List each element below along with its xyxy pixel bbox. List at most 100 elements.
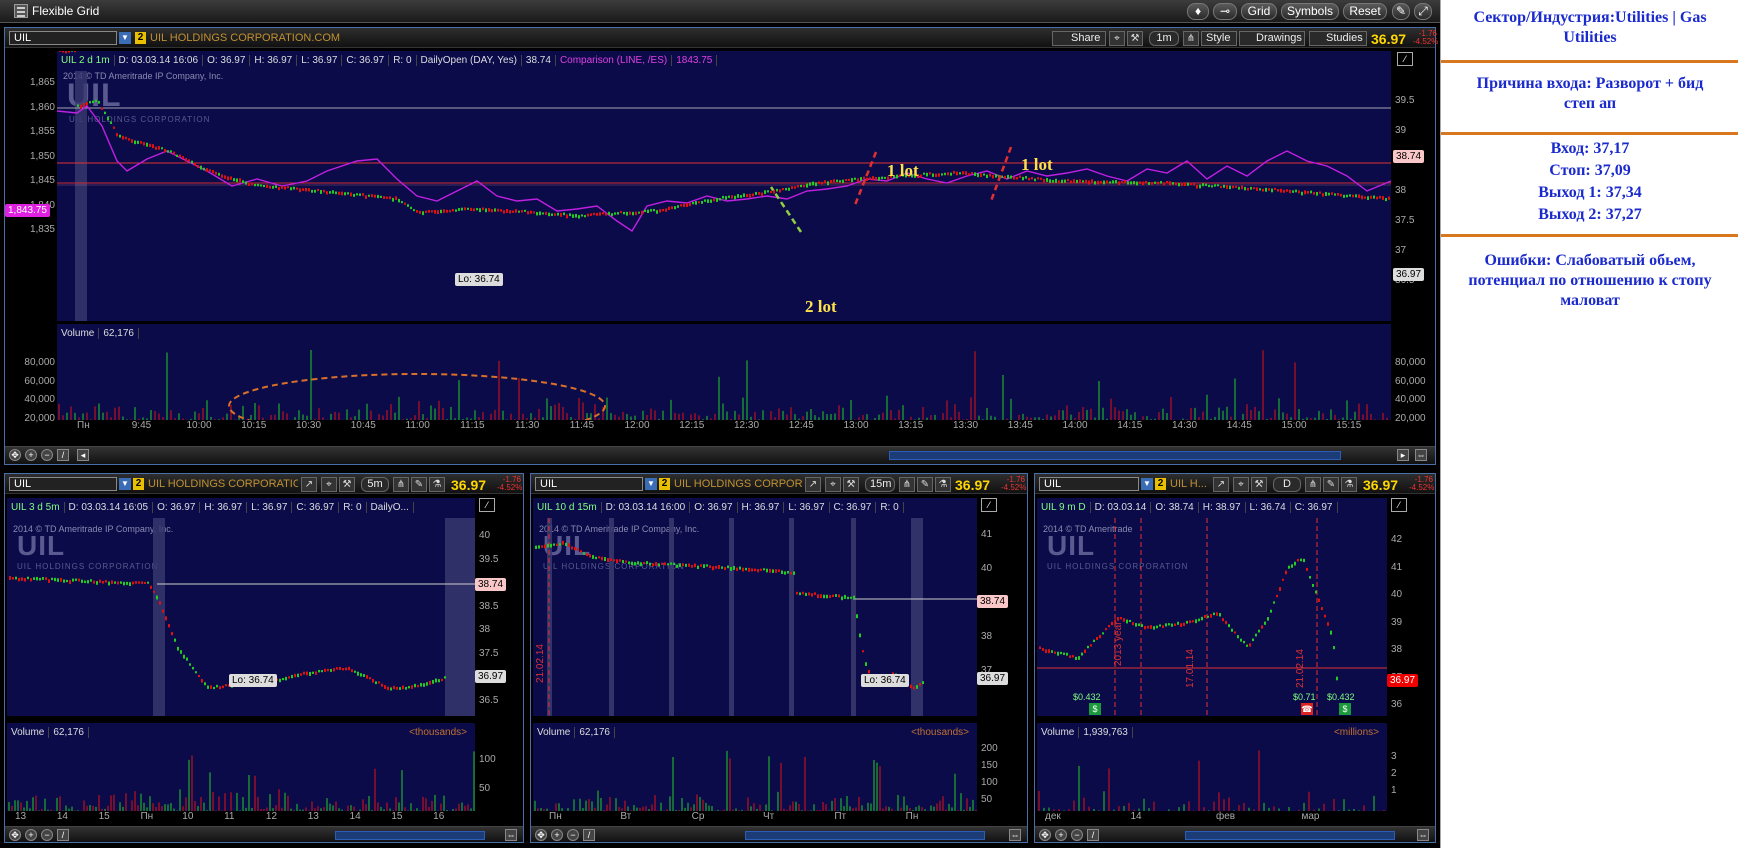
- interval-button[interactable]: D: [1273, 477, 1301, 492]
- share-icon[interactable]: ↗: [1213, 477, 1229, 492]
- drawings-button[interactable]: Drawings: [1239, 31, 1305, 46]
- x-tick: 9:45: [131, 420, 152, 431]
- pan-icon[interactable]: ✥: [1039, 829, 1051, 841]
- studies-icon[interactable]: ⚗: [935, 477, 951, 492]
- crosshair-icon[interactable]: ⌖: [321, 477, 337, 492]
- zoom-in-icon[interactable]: +: [551, 829, 563, 841]
- drawings-icon[interactable]: ✎: [411, 477, 427, 492]
- chart-settings-icon[interactable]: ⁄: [981, 498, 997, 512]
- share-icon[interactable]: ↗: [301, 477, 317, 492]
- zoom-out-icon[interactable]: −: [41, 449, 53, 461]
- draw-line-icon[interactable]: /: [583, 829, 595, 841]
- crosshair-icon[interactable]: ⌖: [1109, 31, 1125, 46]
- link-badge[interactable]: 2: [133, 478, 144, 490]
- zoom-in-icon[interactable]: +: [25, 829, 37, 841]
- main-volume-plot[interactable]: Volume 62,176: [57, 324, 1391, 420]
- crosshair-icon[interactable]: ⌖: [1233, 477, 1249, 492]
- zoom-out-icon[interactable]: −: [41, 829, 53, 841]
- zoom-out-icon[interactable]: −: [1071, 829, 1083, 841]
- link-badge[interactable]: 2: [659, 478, 670, 490]
- symbol-input[interactable]: UIL: [9, 31, 117, 45]
- x-tick: 11:00: [405, 420, 430, 431]
- drawings-icon[interactable]: ✎: [1323, 477, 1339, 492]
- expand-icon[interactable]: ⇔: [1415, 449, 1427, 461]
- expand-icon[interactable]: ⇔: [1009, 829, 1021, 841]
- zoom-out-icon[interactable]: −: [567, 829, 579, 841]
- price-tick: 40: [1391, 589, 1403, 600]
- time-scrollbar[interactable]: [335, 831, 485, 840]
- draw-line-icon[interactable]: /: [57, 829, 69, 841]
- style-icon[interactable]: ⋔: [1183, 31, 1199, 46]
- draw-line-icon[interactable]: /: [57, 449, 69, 461]
- reset-button[interactable]: Reset: [1343, 3, 1387, 20]
- zoom-in-icon[interactable]: +: [25, 449, 37, 461]
- volume-axis: 3 2 1: [1391, 748, 1431, 799]
- link-badge[interactable]: 2: [135, 32, 146, 44]
- dividend-marker-2: $0.71: [1293, 692, 1316, 702]
- detach-icon[interactable]: ⤢: [1414, 3, 1432, 20]
- symbol-input[interactable]: UIL: [1039, 477, 1139, 491]
- chart-settings-icon[interactable]: ⁄: [1397, 52, 1413, 66]
- main-price-plot[interactable]: UIL 2 d 1m D: 03.03.14 16:06 O: 36.97 H: 36…: [57, 51, 1391, 321]
- chart-15m-plot[interactable]: UIL 10 d 15m D: 03.03.14 16:00 O: 36.97 H: …: [533, 498, 977, 716]
- grid-menu-icon[interactable]: [14, 4, 28, 18]
- share-button[interactable]: Share: [1052, 31, 1106, 46]
- time-scrollbar[interactable]: [1185, 831, 1395, 840]
- symbol-input[interactable]: UIL: [535, 477, 643, 491]
- dividend-icon[interactable]: $: [1089, 703, 1101, 715]
- symbol-dropdown-icon[interactable]: ▼: [119, 32, 131, 44]
- chart-settings-icon[interactable]: ⁄: [479, 498, 495, 512]
- scroll-right-icon[interactable]: ▸: [1397, 449, 1409, 461]
- interval-button[interactable]: 15m: [865, 477, 895, 492]
- symbol-dropdown-icon[interactable]: ▼: [119, 478, 131, 490]
- pin-tool-icon[interactable]: ⊸: [1213, 3, 1237, 20]
- time-scrollbar[interactable]: [889, 451, 1341, 460]
- expand-icon[interactable]: ⇔: [1417, 829, 1429, 841]
- time-scrollbar[interactable]: [745, 831, 985, 840]
- share-icon[interactable]: ↗: [805, 477, 821, 492]
- dividend-icon[interactable]: $: [1339, 703, 1351, 715]
- earnings-icon[interactable]: ☎: [1301, 703, 1313, 715]
- symbol-input[interactable]: UIL: [9, 477, 117, 491]
- chart-settings-icon[interactable]: ⁄: [1391, 498, 1407, 512]
- drawings-icon[interactable]: ✎: [917, 477, 933, 492]
- interval-button[interactable]: 5m: [361, 477, 389, 492]
- interval-button[interactable]: 1m: [1149, 31, 1179, 46]
- chart-daily-volume[interactable]: Volume 1,939,763 <millions>: [1037, 723, 1387, 811]
- studies-icon[interactable]: ⚗: [429, 477, 445, 492]
- settings-wrench-icon[interactable]: ⚒: [843, 477, 859, 492]
- pan-icon[interactable]: ✥: [9, 829, 21, 841]
- studies-icon[interactable]: ⚗: [1341, 477, 1357, 492]
- chart-5m-volume[interactable]: Volume 62,176 <thousands>: [7, 723, 475, 811]
- expand-icon[interactable]: ⇔: [505, 829, 517, 841]
- alerts-icon[interactable]: ♦: [1187, 3, 1209, 20]
- main-chart-header: UIL ▼ 2 UIL HOLDINGS CORPORATION.COM Sha…: [5, 28, 1438, 48]
- symbols-button[interactable]: Symbols: [1281, 3, 1339, 20]
- draw-line-icon[interactable]: /: [1087, 829, 1099, 841]
- chart-5m-plot[interactable]: UIL 3 d 5m D: 03.03.14 16:05 O: 36.97 H: 36…: [7, 498, 475, 716]
- x-tick: 12:45: [788, 420, 814, 431]
- symbol-dropdown-icon[interactable]: ▼: [645, 478, 657, 490]
- pan-icon[interactable]: ✥: [535, 829, 547, 841]
- grid-button[interactable]: Grid: [1241, 3, 1277, 20]
- studies-button[interactable]: Studies: [1309, 31, 1367, 46]
- chart-15m-volume[interactable]: Volume 62,176 <thousands>: [533, 723, 977, 811]
- pin-icon[interactable]: ✎: [1392, 3, 1410, 20]
- comp-tick: 1,855: [29, 126, 55, 137]
- x-tick: Вт: [620, 811, 632, 822]
- settings-wrench-icon[interactable]: ⚒: [1127, 31, 1143, 46]
- crosshair-icon[interactable]: ⌖: [825, 477, 841, 492]
- symbol-dropdown-icon[interactable]: ▼: [1141, 478, 1153, 490]
- pan-icon[interactable]: ✥: [9, 449, 21, 461]
- link-badge[interactable]: 2: [1155, 478, 1166, 490]
- style-icon[interactable]: ⋔: [393, 477, 409, 492]
- scroll-left-icon[interactable]: ◂: [77, 449, 89, 461]
- bottom-bar: ✥ + − / ⇔: [5, 826, 523, 842]
- settings-wrench-icon[interactable]: ⚒: [339, 477, 355, 492]
- zoom-in-icon[interactable]: +: [1055, 829, 1067, 841]
- style-icon[interactable]: ⋔: [1305, 477, 1321, 492]
- style-button[interactable]: Style: [1201, 31, 1237, 46]
- settings-wrench-icon[interactable]: ⚒: [1251, 477, 1267, 492]
- style-icon[interactable]: ⋔: [899, 477, 915, 492]
- chart-daily-plot[interactable]: UIL 9 m D D: 03.03.14 O: 38.74 H: 38.97 L: 3…: [1037, 498, 1387, 716]
